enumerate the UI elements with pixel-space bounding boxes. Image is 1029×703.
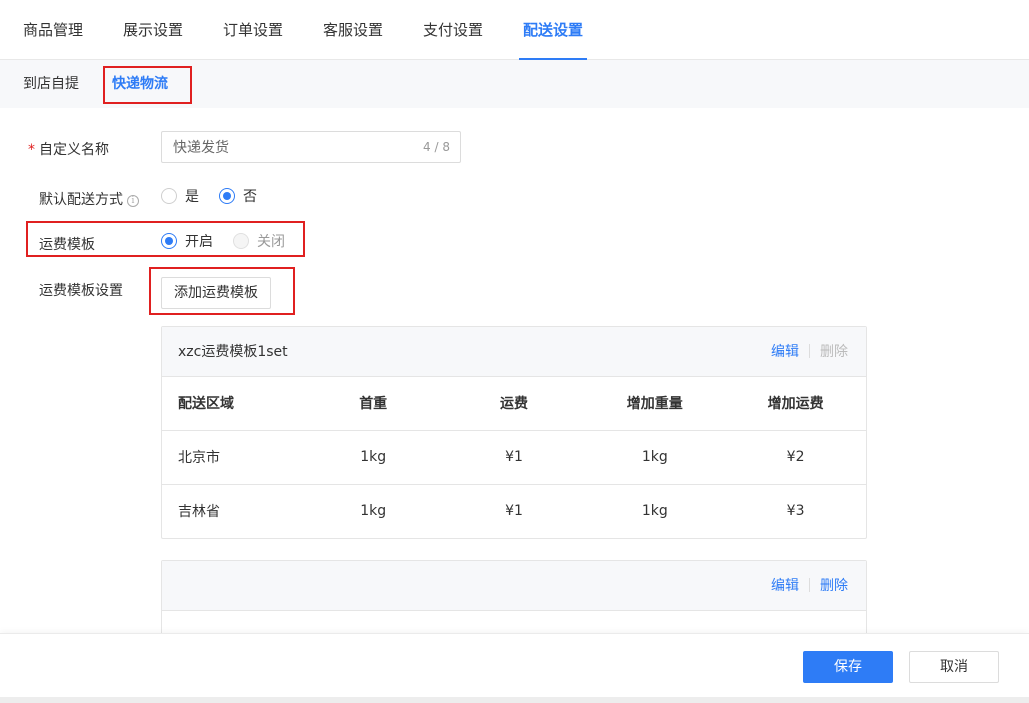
fee-template-card: 编辑 删除 — [161, 560, 867, 640]
delete-template-link[interactable]: 删除 — [820, 578, 848, 594]
table-row: 北京市 1kg ¥1 1kg ¥2 — [162, 430, 866, 485]
tab-delivery-settings[interactable]: 配送设置 — [518, 0, 588, 60]
radio-label-yes: 是 — [185, 189, 199, 205]
cell-first-weight: 1kg — [360, 503, 387, 520]
default-delivery-label: 默认配送方式 i — [39, 189, 139, 209]
default-delivery-label-text: 默认配送方式 — [39, 192, 123, 208]
top-tab-bar: 商品管理 展示设置 订单设置 客服设置 支付设置 配送设置 — [0, 0, 1029, 60]
radio-checked-icon — [219, 188, 235, 204]
custom-name-field[interactable] — [173, 132, 403, 162]
default-delivery-no-radio[interactable]: 否 — [219, 187, 257, 207]
tab-order-settings[interactable]: 订单设置 — [223, 0, 283, 60]
sub-tab-bar: 到店自提 快递物流 — [0, 60, 1029, 108]
default-delivery-yes-radio[interactable]: 是 — [161, 187, 199, 207]
fee-table: 配送区域 首重 运费 增加重量 增加运费 北京市 1kg ¥1 1kg ¥2 吉… — [162, 377, 866, 538]
radio-circle-icon — [161, 188, 177, 204]
table-header-row: 配送区域 首重 运费 增加重量 增加运费 — [162, 377, 866, 431]
col-header-extra-fee: 增加运费 — [725, 377, 866, 431]
radio-label-no: 否 — [243, 189, 257, 205]
delete-template-link[interactable]: 删除 — [820, 344, 848, 360]
add-fee-template-button[interactable]: 添加运费模板 — [161, 277, 271, 309]
table-row: 吉林省 1kg ¥1 1kg ¥3 — [162, 484, 866, 538]
col-header-extra-weight: 增加重量 — [584, 377, 726, 431]
custom-name-label-text: 自定义名称 — [39, 142, 109, 158]
radio-circle-icon — [233, 233, 249, 249]
tab-customer-service-settings[interactable]: 客服设置 — [323, 0, 383, 60]
cell-extra-fee: ¥3 — [786, 503, 805, 520]
card-actions: 编辑 删除 — [771, 561, 848, 611]
info-icon[interactable]: i — [127, 195, 139, 207]
cell-extra-weight: 1kg — [584, 430, 726, 485]
fee-template-off-radio[interactable]: 关闭 — [233, 232, 285, 252]
edit-template-link[interactable]: 编辑 — [771, 578, 799, 594]
cell-first-weight: 1kg — [302, 430, 444, 485]
radio-label-on: 开启 — [185, 234, 213, 250]
fee-template-label: 运费模板 — [39, 237, 95, 253]
cancel-button[interactable]: 取消 — [909, 651, 999, 683]
col-header-region: 配送区域 — [162, 377, 303, 431]
fee-template-card: xzc运费模板1set 编辑 删除 配送区域 首重 运费 增加重量 增加运费 北京… — [161, 326, 867, 539]
radio-label-off: 关闭 — [257, 234, 285, 250]
action-divider — [809, 344, 810, 358]
card-title: xzc运费模板1set — [178, 344, 288, 360]
card-header: 编辑 删除 — [162, 561, 866, 611]
cell-extra-fee: ¥2 — [725, 430, 866, 485]
required-mark: * — [28, 142, 35, 158]
radio-checked-icon — [161, 233, 177, 249]
cell-fee: ¥1 — [443, 430, 585, 485]
tab-display-settings[interactable]: 展示设置 — [123, 0, 183, 60]
subtab-express-logistics[interactable]: 快递物流 — [112, 60, 168, 108]
cell-fee: ¥1 — [505, 503, 523, 520]
tab-product-management[interactable]: 商品管理 — [23, 0, 83, 60]
action-divider — [809, 578, 810, 592]
fee-template-settings-label: 运费模板设置 — [39, 283, 123, 299]
subtab-store-pickup[interactable]: 到店自提 — [23, 60, 79, 108]
custom-name-label: * 自定义名称 — [28, 139, 109, 159]
card-header: xzc运费模板1set 编辑 删除 — [162, 327, 866, 377]
cell-region: 吉林省 — [178, 504, 220, 521]
card-actions: 编辑 删除 — [771, 327, 848, 377]
footer-bar: 保存 取消 — [0, 633, 1029, 697]
edit-template-link[interactable]: 编辑 — [771, 344, 799, 360]
tab-payment-settings[interactable]: 支付设置 — [423, 0, 483, 60]
fee-template-on-radio[interactable]: 开启 — [161, 232, 213, 252]
char-count: 4 / 8 — [423, 140, 450, 154]
save-button[interactable]: 保存 — [803, 651, 893, 683]
bottom-scroll-strip — [0, 697, 1029, 703]
custom-name-input[interactable]: 4 / 8 — [161, 131, 461, 163]
cell-extra-weight: 1kg — [641, 503, 668, 520]
col-header-first-weight: 首重 — [302, 377, 444, 431]
col-header-fee: 运费 — [443, 377, 585, 431]
cell-region: 北京市 — [162, 430, 303, 485]
